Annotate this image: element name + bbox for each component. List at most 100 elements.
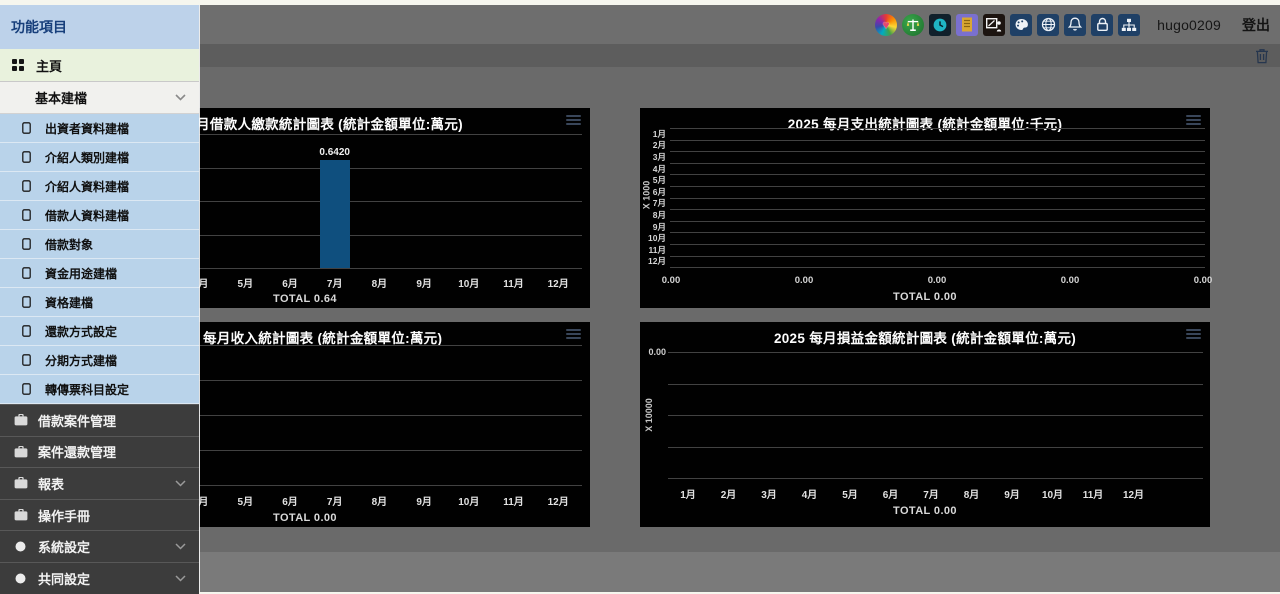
x-tick-label: 0.00 [1061, 275, 1080, 286]
sidebar-item-label: 資金用途建檔 [45, 265, 117, 282]
x-axis-label: 5月 [842, 486, 858, 501]
sidebar-item[interactable]: 轉傳票科目設定 [0, 375, 199, 404]
chart-total-label: TOTAL 0.00 [640, 291, 1210, 303]
sidebar-item[interactable]: 借款對象 [0, 230, 199, 259]
x-axis-label: 6月 [282, 275, 298, 290]
clipboard-icon [22, 267, 31, 279]
sidebar-item-label: 介紹人資料建檔 [45, 178, 129, 195]
sidebar-item-label: 借款案件管理 [38, 411, 199, 430]
x-tick-label: 0.00 [1194, 275, 1213, 286]
x-axis-label: 10月 [458, 493, 479, 508]
chart-title: 2025 每月損益金額統計圖表 (統計金額單位:萬元) [640, 327, 1210, 347]
x-axis-label: 12月 [548, 493, 569, 508]
sidebar-item[interactable]: 系統設定 [0, 530, 199, 562]
y-axis-label: 12月 [640, 255, 666, 267]
sidebar-item-label: 主頁 [36, 56, 62, 75]
chevron-down-icon [175, 480, 186, 487]
x-axis-label: 8月 [372, 493, 388, 508]
logout-button[interactable]: 登出 [1242, 15, 1270, 35]
sidebar-item[interactable]: 共同設定 [0, 562, 199, 594]
sidebar-item[interactable]: 借款人資料建檔 [0, 201, 199, 230]
x-axis-label: 9月 [1004, 486, 1020, 501]
chart-bar [320, 160, 350, 268]
chart-panel-profit-loss: 2025 每月損益金額統計圖表 (統計金額單位:萬元) 0.001月2月3月4月… [640, 322, 1210, 527]
sidebar-item-label: 報表 [38, 474, 175, 493]
sidebar-item[interactable]: 操作手冊 [0, 499, 199, 531]
briefcase-icon [13, 477, 28, 489]
sidebar-item[interactable]: 借款案件管理 [0, 404, 199, 436]
y-axis-label: 1月 [640, 128, 666, 140]
x-axis-label: 5月 [238, 275, 254, 290]
sidebar-item[interactable]: 還款方式設定 [0, 317, 199, 346]
sidebar-group-label: 基本建檔 [35, 88, 175, 107]
x-axis-label: 11月 [1083, 486, 1104, 501]
clipboard-icon [22, 383, 31, 395]
presenter-icon[interactable] [983, 14, 1005, 36]
chart-menu-icon[interactable] [1186, 115, 1201, 127]
sitemap-icon[interactable] [1118, 14, 1140, 36]
sidebar-item-label: 共同設定 [38, 569, 175, 588]
circle-icon [13, 573, 28, 584]
x-axis-label: 6月 [883, 486, 899, 501]
x-axis-label: 11月 [503, 275, 524, 290]
chart-gridline [668, 384, 1203, 385]
globe-icon[interactable] [1037, 14, 1059, 36]
x-axis-label: 7月 [327, 493, 343, 508]
chart-menu-icon[interactable] [1186, 329, 1201, 341]
y-axis-label: 2月 [640, 139, 666, 151]
chart-menu-icon[interactable] [566, 329, 581, 341]
sidebar-title: 功能項目 [0, 5, 199, 49]
sidebar-item-label: 轉傳票科目設定 [45, 381, 129, 398]
clipboard-icon [22, 325, 31, 337]
balance-scale-icon[interactable] [902, 14, 924, 36]
clock-icon[interactable] [929, 14, 951, 36]
sidebar-item[interactable]: 報表 [0, 467, 199, 499]
x-tick-label: 0.00 [662, 275, 681, 286]
sidebar: 功能項目 主頁 基本建檔 出資者資料建檔介紹人類別建檔介紹人資料建檔借款人資料建… [0, 5, 200, 592]
chevron-down-icon [175, 94, 186, 101]
x-axis-label: 9月 [416, 493, 432, 508]
sidebar-item[interactable]: 案件還款管理 [0, 436, 199, 468]
clipboard-icon [22, 238, 31, 250]
lock-icon[interactable] [1091, 14, 1113, 36]
scroll-icon[interactable] [956, 14, 978, 36]
x-axis-label: 11月 [503, 493, 524, 508]
chart-gridline [668, 352, 1203, 353]
axis-multiplier-label: X 10000 [644, 398, 654, 432]
trash-icon[interactable] [1255, 48, 1269, 64]
chart-gridline [668, 415, 1203, 416]
y-axis-label: 10月 [640, 232, 666, 244]
sidebar-item[interactable]: 資格建檔 [0, 288, 199, 317]
x-axis-label: 6月 [282, 493, 298, 508]
bell-icon[interactable] [1064, 14, 1086, 36]
sidebar-group-basic-setup[interactable]: 基本建檔 [0, 82, 199, 114]
clipboard-icon [22, 151, 31, 163]
chevron-down-icon [175, 543, 186, 550]
chart-gridline [670, 267, 1205, 268]
x-axis-label: 4月 [802, 486, 818, 501]
chart-gridline [670, 151, 1205, 152]
palette-icon[interactable] [1010, 14, 1032, 36]
sidebar-item[interactable]: 分期方式建檔 [0, 346, 199, 375]
sidebar-item[interactable]: 資金用途建檔 [0, 259, 199, 288]
sidebar-item[interactable]: 介紹人資料建檔 [0, 172, 199, 201]
chart-gridline [670, 244, 1205, 245]
chart-gridline [670, 232, 1205, 233]
chevron-down-icon [175, 575, 186, 582]
chart-gridline [670, 140, 1205, 141]
chart-total-label: TOTAL 0.00 [640, 505, 1210, 517]
sidebar-item[interactable]: 介紹人類別建檔 [0, 143, 199, 172]
chart-title: 2025 每月支出統計圖表 (統計金額單位:千元) [640, 113, 1210, 133]
x-axis-label: 5月 [238, 493, 254, 508]
sidebar-item[interactable]: 出資者資料建檔 [0, 114, 199, 143]
colorful-logo-icon[interactable]: ♥ [875, 14, 897, 36]
sidebar-item-home[interactable]: 主頁 [0, 49, 199, 82]
username-label: hugo0209 [1157, 17, 1221, 33]
x-tick-label: 0.00 [795, 275, 814, 286]
chart-menu-icon[interactable] [566, 115, 581, 127]
chart-gridline [668, 447, 1203, 448]
x-axis-label: 7月 [327, 275, 343, 290]
x-axis-label: 12月 [548, 275, 569, 290]
x-axis-label: 10月 [458, 275, 479, 290]
clipboard-icon [22, 354, 31, 366]
